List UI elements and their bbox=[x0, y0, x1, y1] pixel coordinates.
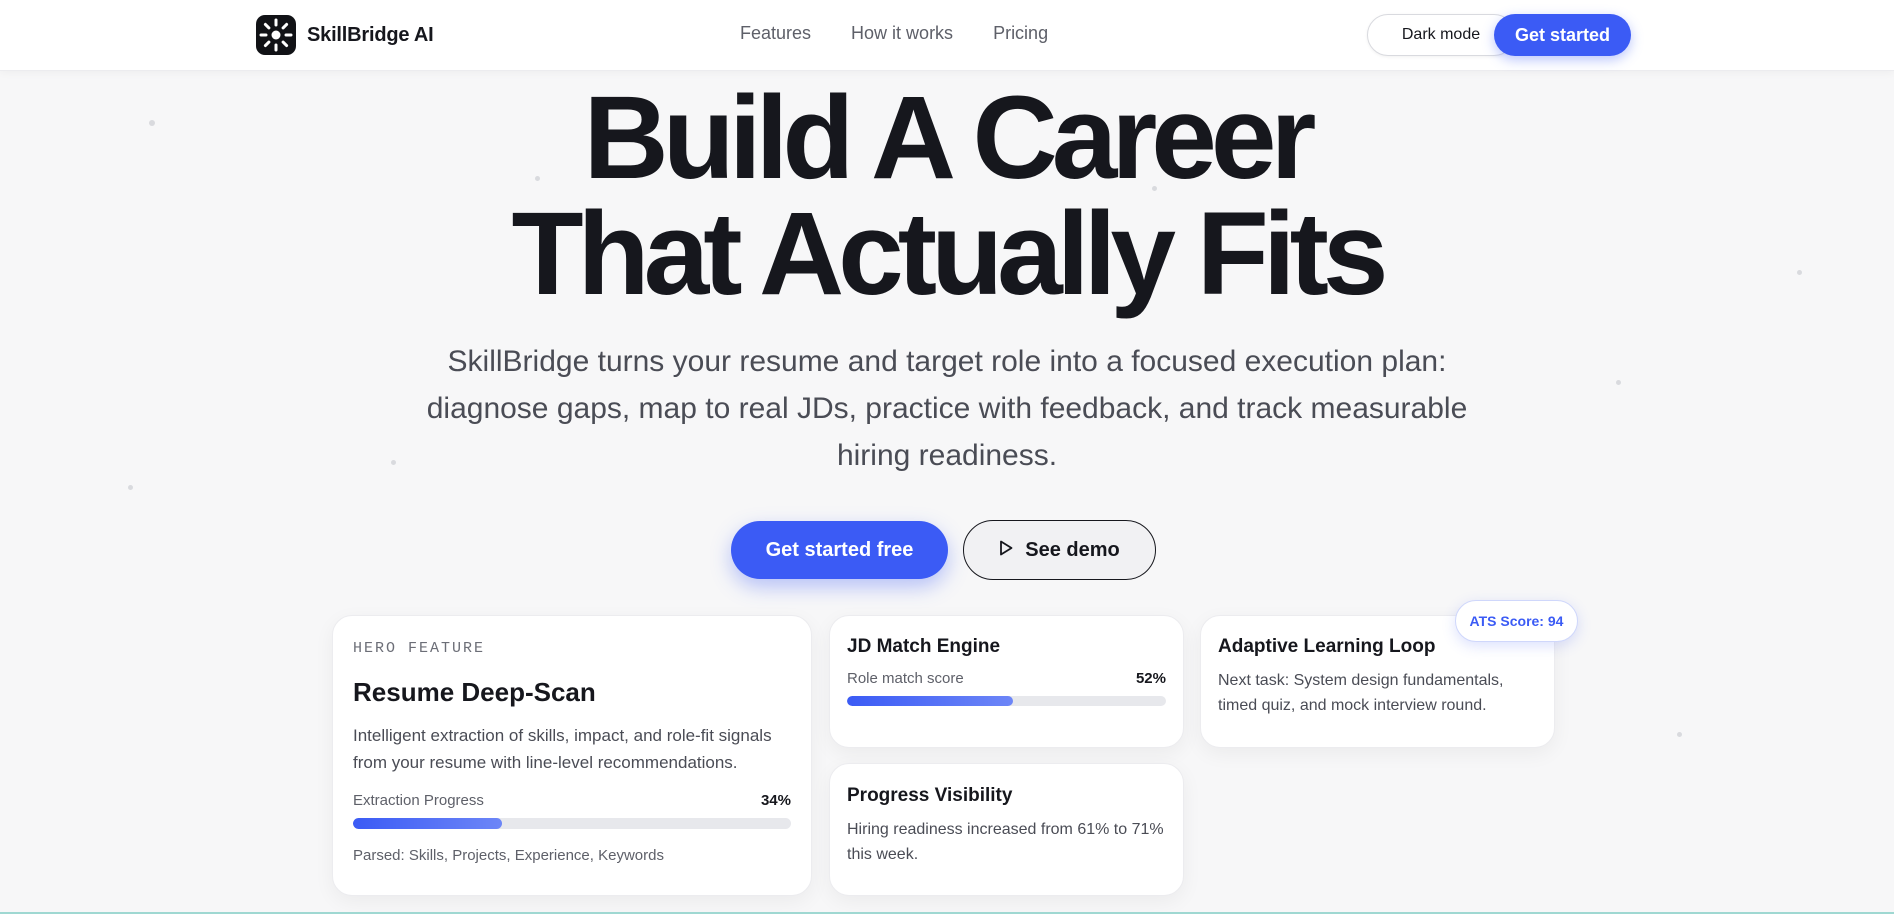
extraction-progress-fill bbox=[353, 818, 502, 829]
extraction-progress-label: Extraction Progress bbox=[353, 792, 484, 809]
nav-link-pricing[interactable]: Pricing bbox=[993, 23, 1048, 44]
extraction-progress-bar bbox=[353, 818, 791, 829]
parsed-sections: Parsed: Skills, Projects, Experience, Ke… bbox=[353, 847, 664, 864]
play-icon bbox=[999, 539, 1013, 562]
background-dot bbox=[391, 460, 396, 465]
get-started-free-button[interactable]: Get started free bbox=[731, 521, 948, 579]
nav-get-started-button[interactable]: Get started bbox=[1494, 14, 1631, 56]
card-description: Intelligent extraction of skills, impact… bbox=[353, 726, 772, 772]
ats-score-badge: ATS Score: 94 bbox=[1455, 600, 1578, 642]
brand[interactable]: SkillBridge AI bbox=[256, 15, 434, 55]
card-title: Progress Visibility bbox=[847, 785, 1013, 806]
card-eyebrow: HERO FEATURE bbox=[353, 640, 486, 657]
sunburst-icon bbox=[256, 15, 296, 55]
role-match-bar bbox=[847, 696, 1166, 706]
extraction-progress-percent: 34% bbox=[760, 792, 791, 809]
hero-subtitle: SkillBridge turns your resume and target… bbox=[426, 345, 1468, 472]
resume-deep-scan-card: HERO FEATURE Resume Deep-Scan Intelligen… bbox=[332, 615, 812, 896]
nav-link-how-it-works[interactable]: How it works bbox=[851, 23, 953, 44]
card-title: JD Match Engine bbox=[847, 636, 1001, 657]
background-dot bbox=[1677, 732, 1682, 737]
progress-visibility-card: Progress Visibility Hiring readiness inc… bbox=[829, 763, 1184, 896]
card-title: Resume Deep-Scan bbox=[353, 677, 596, 707]
nav-links: Features How it works Pricing bbox=[740, 23, 1048, 44]
see-demo-label: See demo bbox=[1025, 538, 1120, 561]
background-dot bbox=[128, 485, 133, 490]
role-match-row: Role match score 52% bbox=[847, 670, 1166, 687]
background-dot bbox=[1616, 380, 1621, 385]
role-match-fill bbox=[847, 696, 1013, 706]
hero-title-line-1: Build A Career bbox=[583, 72, 1317, 204]
card-description: Hiring readiness increased from 61% to 7… bbox=[847, 821, 1164, 863]
dark-mode-button[interactable]: Dark mode bbox=[1367, 14, 1515, 56]
role-match-percent: 52% bbox=[1135, 670, 1166, 687]
brand-name: SkillBridge AI bbox=[307, 23, 434, 46]
jd-match-engine-card: JD Match Engine Role match score 52% bbox=[829, 615, 1184, 748]
top-nav: SkillBridge AI Features How it works Pri… bbox=[0, 0, 1894, 71]
hero-title-line-2: That Actually Fits bbox=[511, 188, 1388, 320]
nav-link-features[interactable]: Features bbox=[740, 23, 811, 44]
see-demo-button[interactable]: See demo bbox=[963, 520, 1156, 580]
card-description: Next task: System design fundamentals, t… bbox=[1218, 672, 1504, 714]
extraction-progress-row: Extraction Progress 34% bbox=[353, 792, 791, 809]
hero-title: Build A Career That Actually Fits bbox=[0, 79, 1894, 313]
role-match-label: Role match score bbox=[847, 670, 964, 687]
